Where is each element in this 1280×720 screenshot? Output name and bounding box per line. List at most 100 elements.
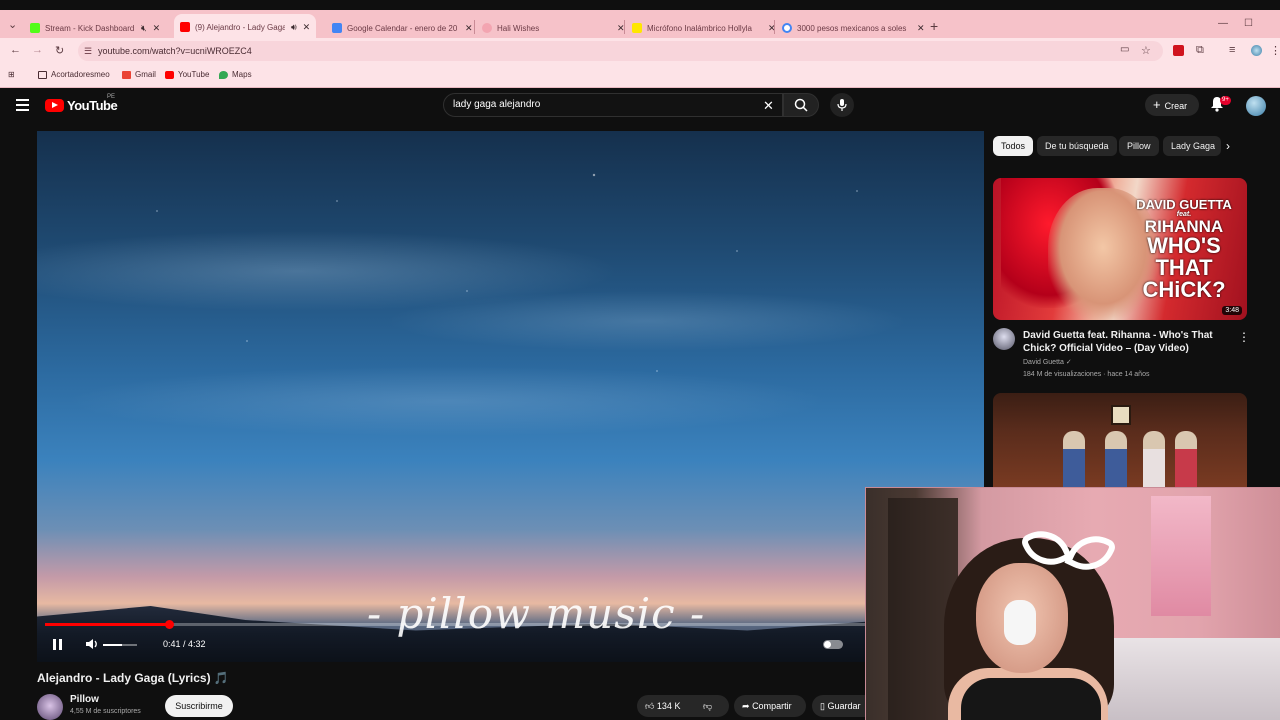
- thumbs-down-icon: 👎︎: [703, 701, 713, 711]
- reload-icon[interactable]: ↻: [55, 44, 64, 57]
- bookmarks-bar: ⊞ Acortadoresmeo Gmail YouTube Maps: [0, 64, 1280, 88]
- save-button[interactable]: ▯ Guardar: [812, 695, 865, 717]
- chip-pillow[interactable]: Pillow: [1119, 136, 1159, 156]
- maps-pin-icon: [219, 70, 228, 79]
- plus-icon: +: [1153, 97, 1161, 112]
- close-icon[interactable]: ✕: [303, 22, 311, 33]
- voice-search-button[interactable]: [830, 93, 854, 117]
- tab-separator: [774, 20, 775, 34]
- browser-toolbar: ← → ↻ ☰ youtube.com/watch?v=ucniWROEZC4 …: [0, 38, 1280, 64]
- tab-microfono[interactable]: Micrófono Inalámbrico Hollyla ✕: [632, 16, 776, 40]
- extension-icon[interactable]: [1173, 45, 1184, 56]
- thumbnail-text: DAVID GUETTA feat. RIHANNA WHO'S THAT CH…: [1136, 197, 1232, 302]
- subscriber-count: 4,55 M de suscriptores: [70, 708, 141, 715]
- minimize-icon[interactable]: —: [1218, 18, 1228, 29]
- youtube-header: YouTube PE lady gaga alejandro ✕ + Crear …: [0, 88, 1280, 124]
- volume-icon[interactable]: [85, 638, 99, 650]
- thumbnail-art: [1175, 431, 1197, 489]
- headphones-icon: [1004, 600, 1036, 645]
- subscribe-button[interactable]: Suscribirme: [165, 695, 233, 717]
- more-options-icon[interactable]: ⋮: [1238, 330, 1250, 344]
- forward-icon[interactable]: →: [32, 44, 43, 56]
- verified-icon: ✓: [1065, 359, 1072, 366]
- progress-bar[interactable]: [45, 620, 865, 629]
- webcam-background: [1151, 496, 1211, 616]
- chevron-right-icon[interactable]: ›: [1226, 139, 1230, 153]
- calendar-icon: [332, 23, 342, 33]
- search-input[interactable]: lady gaga alejandro: [443, 93, 783, 117]
- cast-icon[interactable]: ▭: [1120, 44, 1129, 55]
- globe-icon: [482, 23, 492, 33]
- bookmark-youtube[interactable]: YouTube: [165, 70, 209, 79]
- channel-avatar[interactable]: [37, 694, 63, 720]
- video-frame-clouds: [37, 191, 984, 451]
- pause-button[interactable]: [53, 639, 62, 650]
- like-button[interactable]: 👍︎ 134 K: [645, 695, 680, 717]
- maximize-icon[interactable]: ☐: [1244, 18, 1253, 29]
- chip-lady-gaga[interactable]: Lady Gaga: [1163, 136, 1221, 156]
- dislike-button[interactable]: 👎︎: [703, 695, 712, 717]
- tab-youtube[interactable]: (9) Alejandro - Lady Gaga (Ly 🔊︎ ✕: [174, 14, 317, 40]
- tab-google-search[interactable]: 3000 pesos mexicanos a soles ✕: [782, 16, 925, 40]
- thumbnail-art: [1111, 405, 1131, 425]
- audio-icon[interactable]: 🔊︎: [291, 22, 297, 33]
- volume-fill: [103, 644, 122, 646]
- tab-hali-wishes[interactable]: Hali Wishes ✕: [482, 16, 625, 40]
- close-icon[interactable]: ✕: [465, 23, 473, 34]
- tab-search-icon[interactable]: ⌄: [8, 18, 17, 31]
- kick-icon: [30, 23, 40, 33]
- close-icon[interactable]: ✕: [917, 23, 925, 34]
- video-duration: 3:48: [1222, 306, 1242, 315]
- account-avatar[interactable]: [1246, 96, 1266, 116]
- share-arrow-icon: ➦: [742, 701, 750, 711]
- recommended-thumbnail[interactable]: [993, 393, 1247, 489]
- apps-grid-icon[interactable]: ⊞: [8, 70, 15, 79]
- youtube-icon: [180, 22, 190, 32]
- bookmark-maps[interactable]: Maps: [219, 70, 252, 79]
- tab-separator: [474, 20, 475, 34]
- clear-search-icon[interactable]: ✕: [763, 98, 774, 114]
- back-icon[interactable]: ←: [10, 44, 21, 56]
- address-bar[interactable]: ☰ youtube.com/watch?v=ucniWROEZC4: [78, 41, 1163, 61]
- chip-todos[interactable]: Todos: [993, 136, 1034, 156]
- progress-scrubber[interactable]: [164, 620, 174, 629]
- shop-icon: [632, 23, 642, 33]
- close-icon[interactable]: ✕: [153, 23, 161, 34]
- tab-calendar[interactable]: Google Calendar - enero de 20 ✕: [332, 16, 473, 40]
- tab-kick[interactable]: Stream - Kick Dashboard 🔇︎ ✕: [30, 16, 160, 40]
- chip-de-tu-busqueda[interactable]: De tu búsqueda: [1037, 136, 1117, 156]
- bookmark-star-icon[interactable]: ☆: [1141, 44, 1151, 57]
- search-icon: [794, 98, 808, 112]
- recommended-channel[interactable]: David Guetta ✓: [1023, 358, 1072, 366]
- create-button[interactable]: + Crear: [1145, 94, 1199, 116]
- recommended-thumbnail[interactable]: DAVID GUETTA feat. RIHANNA WHO'S THAT CH…: [993, 178, 1247, 320]
- thumbnail-art: [1105, 431, 1127, 489]
- bookmark-gmail[interactable]: Gmail: [122, 70, 156, 79]
- youtube-logo[interactable]: YouTube PE: [45, 94, 118, 113]
- video-player[interactable]: - pillow music - 0:41 / 4:32: [37, 131, 984, 662]
- tab-list-icon[interactable]: ≡: [1229, 44, 1235, 56]
- channel-name[interactable]: Pillow: [70, 694, 99, 705]
- webcam-overlay: [865, 487, 1280, 720]
- microphone-icon: [837, 99, 847, 111]
- menu-dots-icon[interactable]: ⋮: [1270, 44, 1280, 57]
- bookmark-acortadores[interactable]: Acortadoresmeo: [38, 70, 110, 79]
- extensions-puzzle-icon[interactable]: ⧉: [1196, 44, 1204, 57]
- youtube-icon: [165, 70, 174, 79]
- thumbs-up-icon: 👍︎: [645, 701, 655, 711]
- volume-slider[interactable]: [103, 644, 137, 646]
- channel-avatar[interactable]: [993, 328, 1015, 350]
- autoplay-toggle[interactable]: [823, 640, 843, 649]
- new-tab-button[interactable]: +: [930, 18, 938, 34]
- video-title: Alejandro - Lady Gaga (Lyrics) 🎵: [37, 671, 229, 685]
- search-button[interactable]: [783, 93, 819, 117]
- hamburger-menu-icon[interactable]: [16, 99, 29, 114]
- profile-avatar[interactable]: [1251, 45, 1262, 56]
- mute-icon[interactable]: 🔇︎: [141, 23, 147, 34]
- notification-badge: 9+: [1220, 96, 1231, 105]
- recommended-title[interactable]: David Guetta feat. Rihanna - Who's That …: [1023, 329, 1228, 355]
- share-button[interactable]: ➦ Compartir: [734, 695, 806, 717]
- youtube-play-icon: [45, 99, 64, 112]
- like-dislike-group: 👍︎ 134 K 👎︎: [637, 695, 729, 717]
- site-info-icon[interactable]: ☰: [84, 41, 92, 61]
